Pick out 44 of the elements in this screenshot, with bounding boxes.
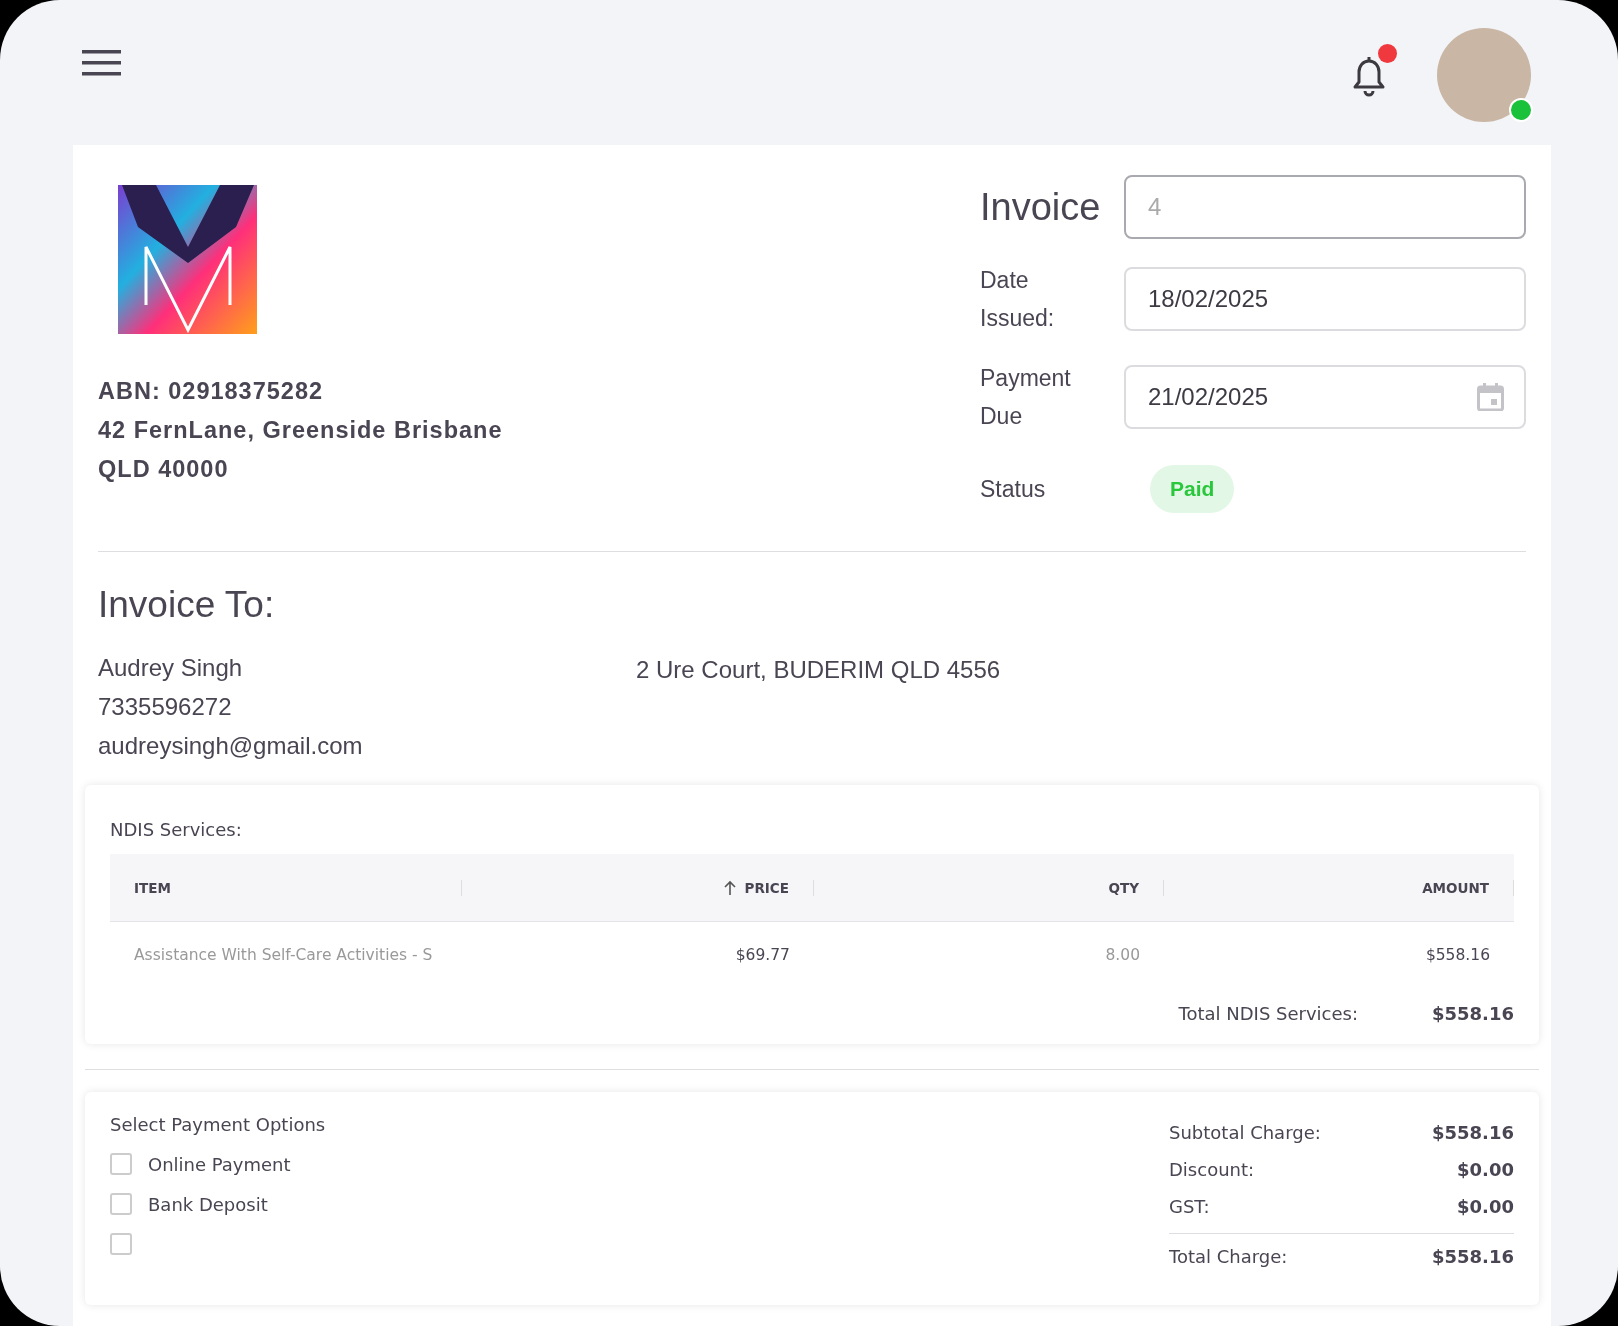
- sort-up-icon: [722, 879, 737, 896]
- checkbox[interactable]: [110, 1153, 132, 1175]
- field-label: Date Issued:: [980, 266, 1056, 333]
- menu-button[interactable]: [82, 50, 121, 76]
- company-address: 42 FernLane, Greenside Brisbane: [98, 416, 503, 445]
- client-name: Audrey Singh: [98, 653, 244, 683]
- client-phone: 7335596272: [98, 692, 233, 722]
- invoice-title: Invoice: [980, 185, 1102, 229]
- invoice-number-field[interactable]: 4: [1124, 175, 1526, 239]
- date-field[interactable]: 21/02/2025: [1124, 365, 1526, 429]
- bill-to-heading: Invoice To:: [98, 584, 276, 626]
- summary-label: Subtotal Charge:: [1169, 1121, 1321, 1145]
- client-address: 2 Ure Court, BUDERIM QLD 4556: [636, 655, 1001, 685]
- column-header[interactable]: AMOUNT: [1164, 879, 1514, 896]
- checkbox[interactable]: [110, 1193, 132, 1215]
- summary-label: Discount:: [1169, 1158, 1255, 1182]
- status-badge: Paid: [1150, 465, 1235, 513]
- summary-value: $0.00: [1457, 1158, 1514, 1182]
- column-header[interactable]: PRICE: [462, 879, 814, 896]
- checkbox[interactable]: [110, 1233, 132, 1255]
- company-abn: ABN: 02918375282: [98, 377, 325, 406]
- calendar-icon: [1477, 383, 1504, 411]
- option-label[interactable]: Online Payment: [148, 1153, 291, 1175]
- option-label[interactable]: Bank Deposit: [148, 1193, 268, 1215]
- table-cell-text: 8.00: [1104, 945, 1141, 966]
- table-cell-text: $69.77: [734, 945, 791, 966]
- section-title: NDIS Services:: [110, 819, 243, 840]
- status-label: Status: [980, 475, 1047, 504]
- total-value: $558.16: [1432, 1003, 1514, 1024]
- section-title: Select Payment Options: [110, 1114, 326, 1135]
- total-charge-value: $558.16: [1432, 1245, 1514, 1269]
- total-charge-label: Total Charge:: [1169, 1245, 1288, 1269]
- input-field[interactable]: 18/02/2025: [1124, 267, 1526, 331]
- table-cell-text: Assistance With Self-Care Activities - S: [133, 945, 434, 966]
- summary-value: $0.00: [1457, 1195, 1514, 1219]
- table-cell-text: $558.16: [1424, 945, 1491, 966]
- total-label: Total NDIS Services:: [1178, 1003, 1358, 1024]
- company-address: QLD 40000: [98, 455, 230, 484]
- client-email: audreysingh@gmail.com: [98, 731, 364, 761]
- field-label: Payment Due: [980, 364, 1072, 431]
- summary-label: GST:: [1169, 1195, 1210, 1219]
- summary-value: $558.16: [1432, 1121, 1514, 1145]
- column-header[interactable]: QTY: [814, 879, 1164, 896]
- column-header[interactable]: ITEM: [110, 879, 462, 896]
